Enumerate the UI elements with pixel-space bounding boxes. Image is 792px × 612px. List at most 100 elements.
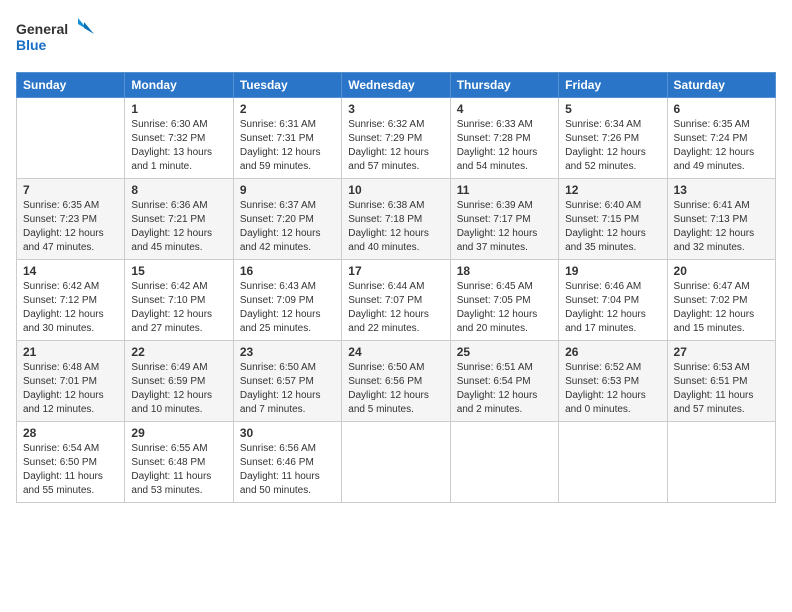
calendar-cell: 7 Sunrise: 6:35 AMSunset: 7:23 PMDaylight… [17,179,125,260]
day-number: 29 [131,426,226,440]
day-info: Sunrise: 6:31 AMSunset: 7:31 PMDaylight:… [240,118,335,174]
calendar-header-row: SundayMondayTuesdayWednesdayThursdayFrid… [17,73,776,98]
weekday-header: Saturday [667,73,775,98]
svg-text:Blue: Blue [16,37,47,53]
day-number: 17 [348,264,443,278]
calendar-week-row: 1Sunrise: 6:30 AMSunset: 7:32 PMDaylight… [17,98,776,179]
calendar-cell: 16 Sunrise: 6:43 AMSunset: 7:09 PMDayligh… [233,260,341,341]
calendar-week-row: 21 Sunrise: 6:48 AMSunset: 7:01 PMDayligh… [17,341,776,422]
calendar-week-row: 14Sunrise: 6:42 AMSunset: 7:12 PMDayligh… [17,260,776,341]
day-number: 2 [240,102,335,116]
day-info: Sunrise: 6:53 AMSunset: 6:51 PMDaylight:… [674,361,769,417]
logo: General Blue [16,16,96,60]
day-number: 7 [23,183,118,197]
day-number: 13 [674,183,769,197]
svg-text:General: General [16,21,68,37]
calendar-cell: 3 Sunrise: 6:32 AMSunset: 7:29 PMDaylight… [342,98,450,179]
day-info: Sunrise: 6:48 AMSunset: 7:01 PMDaylight:… [23,361,118,417]
day-info: Sunrise: 6:52 AMSunset: 6:53 PMDaylight:… [565,361,660,417]
day-number: 1 [131,102,226,116]
calendar-cell: 27 Sunrise: 6:53 AMSunset: 6:51 PMDayligh… [667,341,775,422]
day-number: 5 [565,102,660,116]
calendar-cell: 17 Sunrise: 6:44 AMSunset: 7:07 PMDayligh… [342,260,450,341]
weekday-header: Wednesday [342,73,450,98]
calendar-cell: 28Sunrise: 6:54 AMSunset: 6:50 PMDayligh… [17,422,125,503]
day-info: Sunrise: 6:36 AMSunset: 7:21 PMDaylight:… [131,199,226,255]
day-number: 11 [457,183,552,197]
day-info: Sunrise: 6:39 AMSunset: 7:17 PMDaylight:… [457,199,552,255]
day-info: Sunrise: 6:50 AMSunset: 6:56 PMDaylight:… [348,361,443,417]
calendar-cell: 22Sunrise: 6:49 AMSunset: 6:59 PMDayligh… [125,341,233,422]
day-number: 16 [240,264,335,278]
calendar-cell: 19Sunrise: 6:46 AMSunset: 7:04 PMDayligh… [559,260,667,341]
calendar-table: SundayMondayTuesdayWednesdayThursdayFrid… [16,72,776,503]
calendar-cell: 4 Sunrise: 6:33 AMSunset: 7:28 PMDaylight… [450,98,558,179]
calendar-cell: 1Sunrise: 6:30 AMSunset: 7:32 PMDaylight… [125,98,233,179]
day-info: Sunrise: 6:55 AMSunset: 6:48 PMDaylight:… [131,442,226,498]
calendar-cell: 21 Sunrise: 6:48 AMSunset: 7:01 PMDayligh… [17,341,125,422]
day-info: Sunrise: 6:44 AMSunset: 7:07 PMDaylight:… [348,280,443,336]
calendar-cell: 11 Sunrise: 6:39 AMSunset: 7:17 PMDayligh… [450,179,558,260]
weekday-header: Monday [125,73,233,98]
day-info: Sunrise: 6:50 AMSunset: 6:57 PMDaylight:… [240,361,335,417]
day-info: Sunrise: 6:38 AMSunset: 7:18 PMDaylight:… [348,199,443,255]
calendar-cell: 15 Sunrise: 6:42 AMSunset: 7:10 PMDayligh… [125,260,233,341]
day-info: Sunrise: 6:56 AMSunset: 6:46 PMDaylight:… [240,442,335,498]
day-number: 18 [457,264,552,278]
calendar-cell: 10 Sunrise: 6:38 AMSunset: 7:18 PMDayligh… [342,179,450,260]
day-number: 30 [240,426,335,440]
calendar-week-row: 7 Sunrise: 6:35 AMSunset: 7:23 PMDaylight… [17,179,776,260]
day-number: 14 [23,264,118,278]
day-info: Sunrise: 6:40 AMSunset: 7:15 PMDaylight:… [565,199,660,255]
day-info: Sunrise: 6:32 AMSunset: 7:29 PMDaylight:… [348,118,443,174]
day-number: 26 [565,345,660,359]
weekday-header: Sunday [17,73,125,98]
day-number: 10 [348,183,443,197]
day-info: Sunrise: 6:35 AMSunset: 7:24 PMDaylight:… [674,118,769,174]
day-number: 23 [240,345,335,359]
calendar-cell: 18 Sunrise: 6:45 AMSunset: 7:05 PMDayligh… [450,260,558,341]
day-number: 20 [674,264,769,278]
day-info: Sunrise: 6:47 AMSunset: 7:02 PMDaylight:… [674,280,769,336]
day-info: Sunrise: 6:41 AMSunset: 7:13 PMDaylight:… [674,199,769,255]
weekday-header: Friday [559,73,667,98]
page-header: General Blue [16,16,776,60]
day-number: 4 [457,102,552,116]
calendar-cell [17,98,125,179]
calendar-cell: 14Sunrise: 6:42 AMSunset: 7:12 PMDayligh… [17,260,125,341]
day-info: Sunrise: 6:37 AMSunset: 7:20 PMDaylight:… [240,199,335,255]
calendar-cell: 20 Sunrise: 6:47 AMSunset: 7:02 PMDayligh… [667,260,775,341]
day-info: Sunrise: 6:43 AMSunset: 7:09 PMDaylight:… [240,280,335,336]
day-number: 6 [674,102,769,116]
day-number: 12 [565,183,660,197]
calendar-cell: 8 Sunrise: 6:36 AMSunset: 7:21 PMDaylight… [125,179,233,260]
day-number: 8 [131,183,226,197]
day-info: Sunrise: 6:46 AMSunset: 7:04 PMDaylight:… [565,280,660,336]
calendar-cell: 24Sunrise: 6:50 AMSunset: 6:56 PMDayligh… [342,341,450,422]
day-number: 9 [240,183,335,197]
day-number: 15 [131,264,226,278]
calendar-cell: 12 Sunrise: 6:40 AMSunset: 7:15 PMDayligh… [559,179,667,260]
calendar-cell: 5 Sunrise: 6:34 AMSunset: 7:26 PMDaylight… [559,98,667,179]
calendar-cell: 13 Sunrise: 6:41 AMSunset: 7:13 PMDayligh… [667,179,775,260]
day-info: Sunrise: 6:35 AMSunset: 7:23 PMDaylight:… [23,199,118,255]
day-info: Sunrise: 6:34 AMSunset: 7:26 PMDaylight:… [565,118,660,174]
weekday-header: Tuesday [233,73,341,98]
day-number: 3 [348,102,443,116]
calendar-cell: 25Sunrise: 6:51 AMSunset: 6:54 PMDayligh… [450,341,558,422]
day-number: 27 [674,345,769,359]
calendar-cell: 9 Sunrise: 6:37 AMSunset: 7:20 PMDaylight… [233,179,341,260]
day-number: 21 [23,345,118,359]
day-number: 22 [131,345,226,359]
day-info: Sunrise: 6:45 AMSunset: 7:05 PMDaylight:… [457,280,552,336]
calendar-cell: 6 Sunrise: 6:35 AMSunset: 7:24 PMDaylight… [667,98,775,179]
day-info: Sunrise: 6:33 AMSunset: 7:28 PMDaylight:… [457,118,552,174]
day-info: Sunrise: 6:42 AMSunset: 7:10 PMDaylight:… [131,280,226,336]
calendar-cell [450,422,558,503]
day-info: Sunrise: 6:51 AMSunset: 6:54 PMDaylight:… [457,361,552,417]
calendar-cell: 23 Sunrise: 6:50 AMSunset: 6:57 PMDayligh… [233,341,341,422]
calendar-cell [559,422,667,503]
calendar-cell: 2 Sunrise: 6:31 AMSunset: 7:31 PMDaylight… [233,98,341,179]
calendar-cell: 30 Sunrise: 6:56 AMSunset: 6:46 PMDayligh… [233,422,341,503]
calendar-cell: 29 Sunrise: 6:55 AMSunset: 6:48 PMDayligh… [125,422,233,503]
